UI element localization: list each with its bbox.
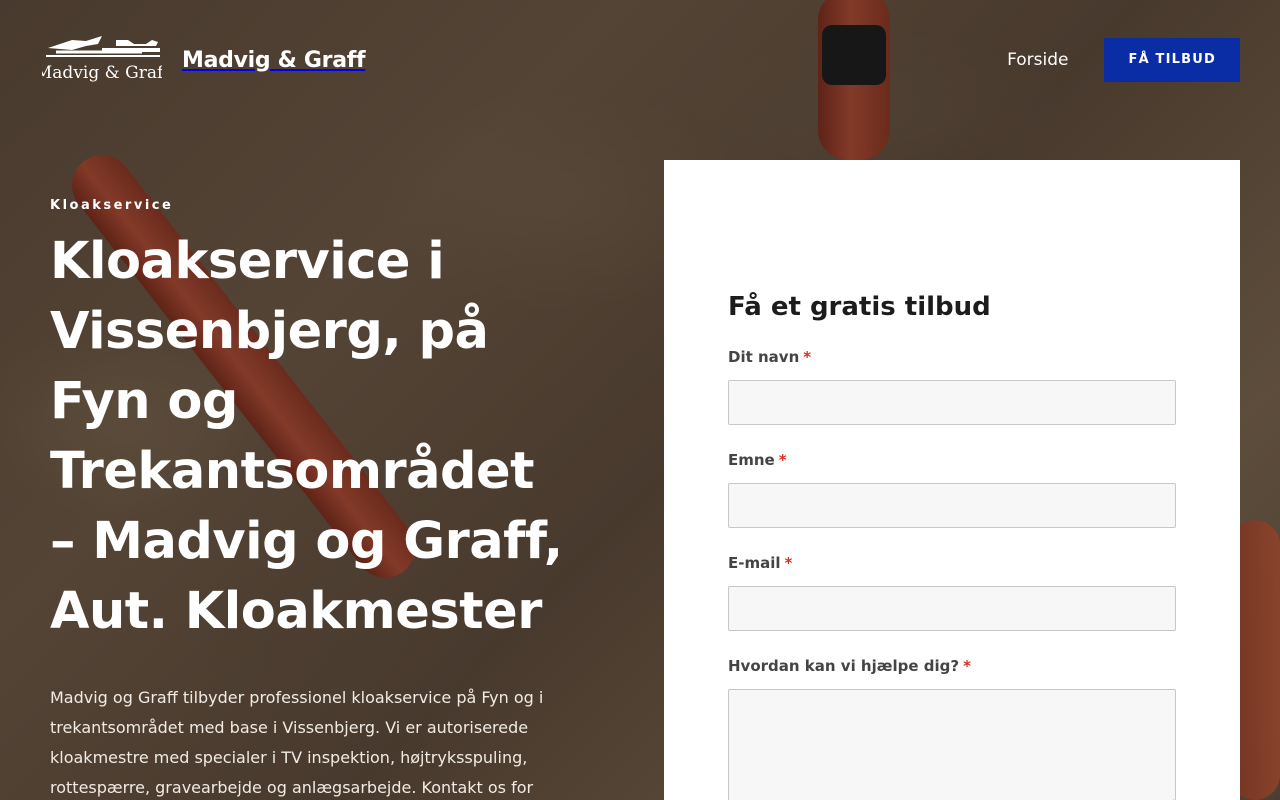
name-input[interactable] [728,380,1176,425]
hero-description: Madvig og Graff tilbyder professionel kl… [50,688,544,797]
brand-logo-link[interactable]: Madvig & Graff Madvig & Graff [42,32,366,88]
message-field-group: Hvordan kan vi hjælpe dig? * [728,657,1176,800]
main-navigation: Forside FÅ TILBUD [1007,38,1240,82]
message-field-label: Hvordan kan vi hjælpe dig? * [728,657,1176,675]
name-field-label: Dit navn * [728,348,1176,366]
hero-content: Kloakservice Kloakservice i Vissenbjerg,… [50,198,570,800]
required-marker: * [803,348,812,366]
subject-field-label: Emne * [728,451,1176,469]
required-marker: * [784,554,793,572]
nav-link-home[interactable]: Forside [1007,50,1068,70]
email-field-label: E-mail * [728,554,1176,572]
message-textarea[interactable] [728,689,1176,800]
quote-form-card: Få et gratis tilbud Dit navn * Emne * E-ma… [664,160,1240,800]
get-quote-button[interactable]: FÅ TILBUD [1104,38,1240,82]
subject-field-label-text: Emne [728,451,775,469]
name-field-group: Dit navn * [728,348,1176,425]
brand-name: Madvig & Graff [182,47,366,73]
hero-title: Kloakservice i Vissenbjerg, på Fyn og Tr… [50,232,563,641]
name-field-label-text: Dit navn [728,348,800,366]
form-title: Få et gratis tilbud [728,292,991,322]
site-header: Madvig & Graff Madvig & Graff Forside FÅ… [0,0,1280,120]
email-field-group: E-mail * [728,554,1176,631]
required-marker: * [778,451,787,469]
subject-input[interactable] [728,483,1176,528]
required-marker: * [963,657,971,675]
email-input[interactable] [728,586,1176,631]
email-field-label-text: E-mail [728,554,781,572]
logo-lettering: Madvig & Graff [42,63,162,83]
brand-logo-image: Madvig & Graff [42,32,162,88]
hero-eyebrow: Kloakservice [50,198,174,213]
subject-field-group: Emne * [728,451,1176,528]
message-field-label-text: Hvordan kan vi hjælpe dig? [728,657,960,675]
